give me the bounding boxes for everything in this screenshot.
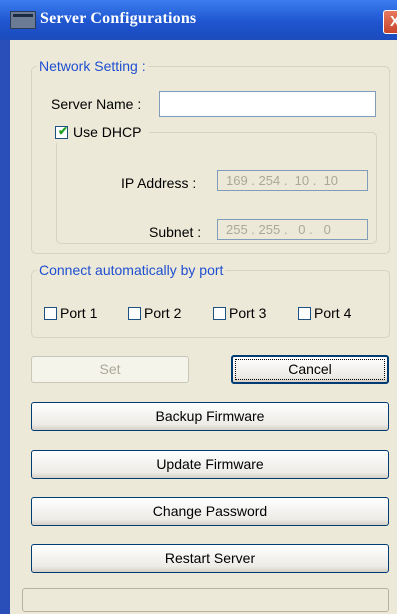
change-password-button[interactable]: Change Password xyxy=(31,497,389,526)
port-1-checkbox[interactable] xyxy=(44,307,57,320)
port-3-label: Port 3 xyxy=(229,305,267,321)
port-2-label: Port 2 xyxy=(144,305,182,321)
cancel-button[interactable]: Cancel xyxy=(231,355,389,384)
status-bar xyxy=(22,588,389,612)
port-2-checkbox[interactable] xyxy=(128,307,141,320)
port-3-checkbox-row[interactable]: Port 3 xyxy=(213,304,277,322)
connect-ports-legend: Connect automatically by port xyxy=(37,262,226,278)
port-4-label: Port 4 xyxy=(314,305,352,321)
use-dhcp-checkbox-row[interactable]: ✔ Use DHCP xyxy=(54,123,149,143)
title-bar[interactable]: Server Configurations X xyxy=(0,0,397,40)
port-2-checkbox-row[interactable]: Port 2 xyxy=(128,304,192,322)
port-4-checkbox-row[interactable]: Port 4 xyxy=(298,304,362,322)
subnet-field[interactable]: 255 . 255 . 0 . 0 xyxy=(217,219,368,240)
ip-address-label: IP Address : xyxy=(121,175,197,191)
checkmark-icon: ✔ xyxy=(58,124,69,138)
use-dhcp-checkbox[interactable]: ✔ xyxy=(55,124,69,139)
update-firmware-button[interactable]: Update Firmware xyxy=(31,450,389,479)
server-name-label: Server Name : xyxy=(51,96,142,112)
window-title: Server Configurations xyxy=(40,10,197,27)
network-setting-legend: Network Setting : xyxy=(37,58,148,74)
subnet-label: Subnet : xyxy=(149,224,202,240)
window-app-icon xyxy=(10,11,36,29)
port-1-checkbox-row[interactable]: Port 1 xyxy=(44,304,108,322)
port-1-label: Port 1 xyxy=(60,305,98,321)
close-icon[interactable]: X xyxy=(383,10,397,34)
server-configurations-window: Server Configurations X Network Setting … xyxy=(0,0,397,614)
server-name-input[interactable] xyxy=(159,91,376,117)
set-button[interactable]: Set xyxy=(31,356,189,383)
restart-server-button[interactable]: Restart Server xyxy=(31,544,389,573)
ip-address-field[interactable]: 169 . 254 . 10 . 10 xyxy=(217,170,368,191)
port-4-checkbox[interactable] xyxy=(298,307,311,320)
use-dhcp-label: Use DHCP xyxy=(73,124,142,140)
backup-firmware-button[interactable]: Backup Firmware xyxy=(31,402,389,431)
dialog-client-area: Network Setting : Server Name : ✔ Use DH… xyxy=(10,40,397,614)
port-3-checkbox[interactable] xyxy=(213,307,226,320)
